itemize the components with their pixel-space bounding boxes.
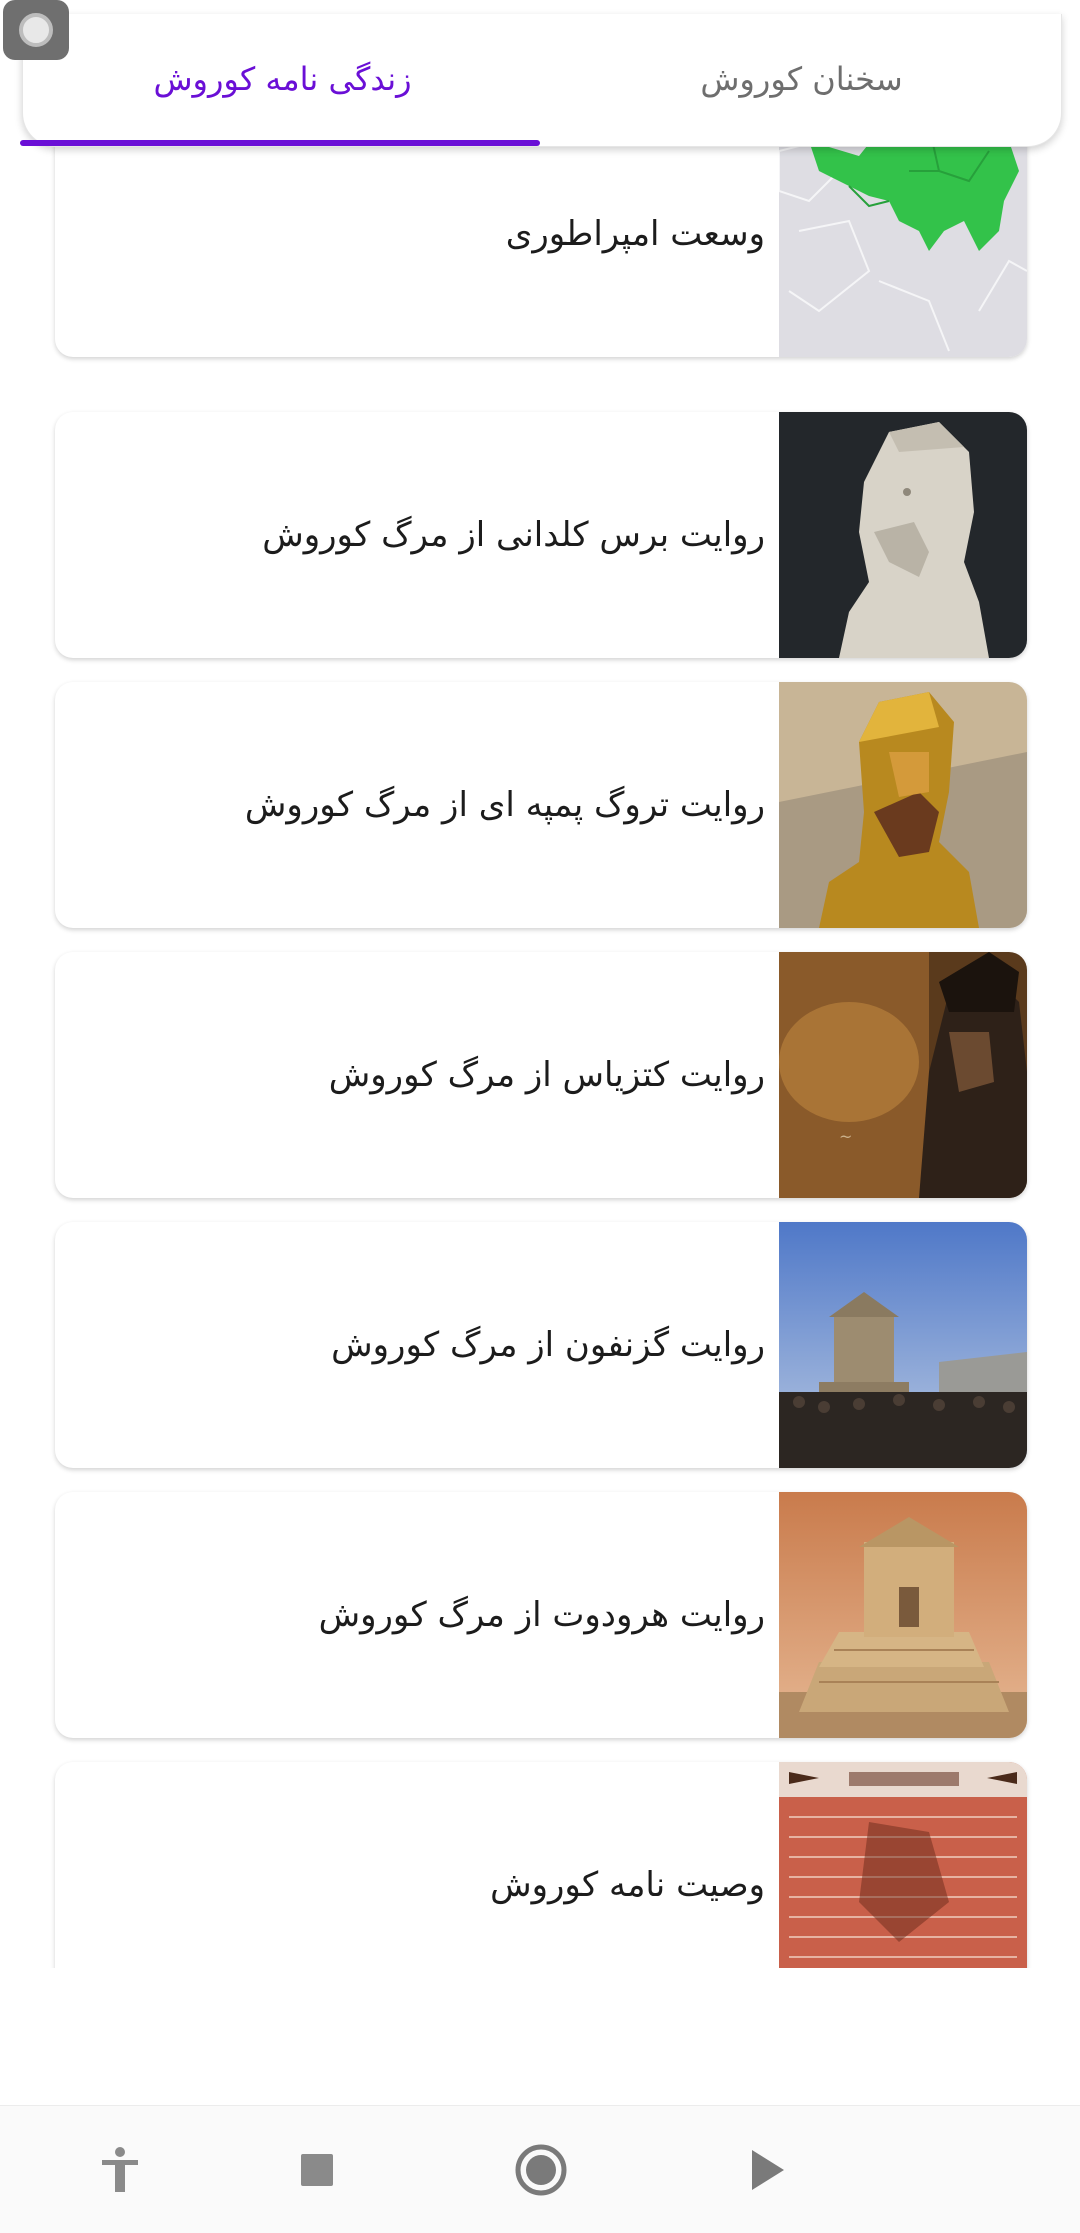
tab-quotes-label: سخنان کوروش [700,60,903,98]
list-item[interactable]: روایت گزنفون از مرگ کوروش [55,1222,1027,1468]
item-title: روایت برس کلدانی از مرگ کوروش [262,515,765,555]
list-item[interactable]: روایت تروگ پمپه ای از مرگ کوروش [55,682,1027,928]
tomb-image [779,1492,1027,1738]
item-title: وسعت امپراطوری [505,214,765,254]
list-item[interactable]: ~ روایت کتزیاس از مرگ کوروش [55,952,1027,1198]
map-image [779,111,1027,357]
stop-button[interactable] [257,2106,377,2233]
navigation-bar [0,2105,1080,2233]
content-list[interactable]: وسعت امپراطوری روایت برس کلدانی از مرگ ک… [0,0,1080,1968]
item-title: روایت تروگ پمپه ای از مرگ کوروش [244,785,765,825]
tab-biography[interactable]: زندگی نامه کوروش [23,14,542,144]
item-title: روایت هرودوت از مرگ کوروش [318,1595,765,1635]
list-item[interactable]: وسعت امپراطوری [55,111,1027,357]
painting-image: ~ [779,952,1027,1198]
back-icon [752,2150,784,2190]
list-item[interactable]: روایت برس کلدانی از مرگ کوروش [55,412,1027,658]
home-icon [515,2144,567,2196]
active-tab-indicator [20,140,540,146]
stop-icon [301,2154,333,2186]
tab-bar: زندگی نامه کوروش سخنان کوروش [22,14,1062,147]
accessibility-button[interactable] [60,2106,180,2233]
accessibility-icon [102,2147,138,2192]
list-item[interactable]: وصیت نامه کوروش [55,1762,1027,1968]
golden-statue-image [779,682,1027,928]
tab-biography-label: زندگی نامه کوروش [153,60,412,98]
tab-quotes[interactable]: سخنان کوروش [542,14,1061,144]
item-title: روایت گزنفون از مرگ کوروش [331,1325,765,1365]
tomb-crowd-image [779,1222,1027,1468]
item-title: روایت کتزیاس از مرگ کوروش [328,1055,765,1095]
item-title: وصیت نامه کوروش [490,1865,765,1905]
screen: وسعت امپراطوری روایت برس کلدانی از مرگ ک… [0,0,1080,2233]
svg-text:~: ~ [839,1127,852,1146]
manuscript-image [779,1762,1027,1968]
back-button[interactable] [708,2106,828,2233]
circle-icon [19,13,53,47]
relief-portrait-image [779,412,1027,658]
home-button[interactable] [481,2106,601,2233]
floating-button[interactable] [3,0,69,60]
list-item[interactable]: روایت هرودوت از مرگ کوروش [55,1492,1027,1738]
